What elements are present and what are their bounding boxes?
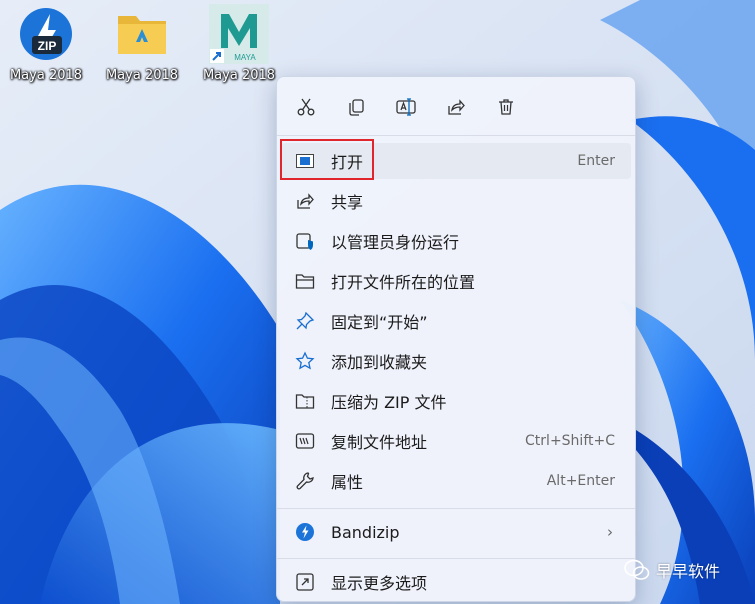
menu-item-share[interactable]: 共享 [281,183,631,219]
share-icon [448,99,465,115]
menu-item-add-to-favorites[interactable]: 添加到收藏夹 [281,343,631,379]
watermark-text: 早早软件 [656,562,721,581]
watermark: 早早软件 [624,558,720,582]
folder-icon [295,271,315,291]
menu-item-label: 添加到收藏夹 [331,353,428,372]
maya-badge-text: MAYA [234,53,256,62]
menu-item-label: 压缩为 ZIP 文件 [331,393,447,412]
folder-icon [118,16,166,54]
trash-icon [499,99,513,115]
menu-item-bandizip[interactable]: Bandizip › [281,514,631,550]
scissors-icon [297,98,315,116]
menu-item-label: 属性 [331,473,364,492]
desktop-icon-maya-app[interactable]: MAYA Maya 2018 [193,4,285,90]
menu-item-label: 固定到“开始” [331,313,428,332]
menu-item-properties[interactable]: 属性 Alt+Enter [281,463,631,499]
desktop-icon-maya-folder[interactable]: Maya 2018 [96,4,188,90]
share-button[interactable] [439,91,473,123]
menu-item-label: 共享 [331,193,364,212]
menu-item-copy-path[interactable]: 复制文件地址 Ctrl+Shift+C [281,423,631,459]
cut-button[interactable] [289,91,323,123]
zip-badge-text: ZIP [38,39,57,53]
menu-item-label: 以管理员身份运行 [331,233,460,252]
context-menu-toolbar [277,77,635,135]
menu-item-more-options[interactable]: 显示更多选项 [281,564,631,600]
menu-separator [277,135,635,136]
menu-item-run-as-admin[interactable]: 以管理员身份运行 [281,223,631,259]
share-icon [295,191,315,211]
wrench-icon [295,471,315,491]
menu-item-label: 显示更多选项 [331,574,428,593]
delete-button[interactable] [489,91,523,123]
menu-item-shortcut: Ctrl+Shift+C [525,433,615,449]
star-icon [295,351,315,371]
desktop-icon-label: Maya 2018 [202,68,276,83]
copy-path-icon [295,431,315,451]
bandizip-icon [295,522,315,542]
menu-item-compress-zip[interactable]: 压缩为 ZIP 文件 [281,383,631,419]
menu-item-label: Bandizip [331,522,400,542]
menu-item-pin-to-start[interactable]: 固定到“开始” [281,303,631,339]
menu-item-open-location[interactable]: 打开文件所在的位置 [281,263,631,299]
desktop-icon-label: Maya 2018 [105,68,179,83]
highlight-box [280,139,374,180]
desktop-icon-maya-zip[interactable]: ZIP Maya 2018 [0,4,92,90]
zip-folder-icon [295,391,315,411]
pin-icon [295,311,315,331]
rename-icon [396,98,416,116]
desktop-icon-label: Maya 2018 [9,68,83,83]
menu-separator [277,508,635,509]
copy-button[interactable] [339,91,373,123]
more-options-icon [295,572,315,592]
menu-separator [277,558,635,559]
maya-app-icon: MAYA [209,4,269,64]
menu-item-label: 打开文件所在的位置 [331,273,476,292]
rename-button[interactable] [389,91,423,123]
shield-icon [295,231,315,251]
wechat-icon [624,559,650,580]
menu-item-label: 复制文件地址 [331,433,428,452]
bandizip-zip-icon: ZIP [20,8,72,60]
menu-item-shortcut: Enter [577,153,615,169]
chevron-right-icon: › [607,523,613,541]
copy-icon [349,99,364,116]
menu-item-shortcut: Alt+Enter [546,473,615,489]
